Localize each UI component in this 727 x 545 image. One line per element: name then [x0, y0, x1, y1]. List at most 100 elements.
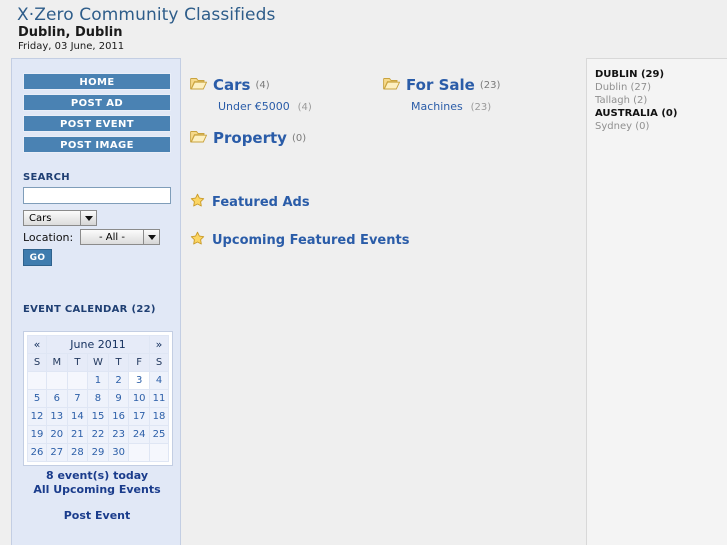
calendar-day-21[interactable]: 21: [66, 425, 89, 444]
category-block-cars: Cars (4) Under €5000 (4): [190, 76, 312, 113]
calendar-day-29[interactable]: 29: [87, 443, 109, 462]
calendar-dow-3: W: [87, 353, 109, 372]
location-city-item[interactable]: Dublin (27): [595, 82, 727, 93]
search-location-label: Location:: [23, 231, 74, 244]
search-location-select[interactable]: - All -: [80, 229, 160, 245]
calendar-week-row: 26 27 28 29 30: [27, 443, 169, 462]
calendar-day-24[interactable]: 24: [128, 425, 150, 444]
category-name[interactable]: For Sale: [406, 76, 475, 94]
calendar-day-26[interactable]: 26: [27, 443, 47, 462]
calendar-day-15[interactable]: 15: [87, 407, 109, 426]
calendar-day-12[interactable]: 12: [27, 407, 47, 426]
calendar-day-9[interactable]: 9: [107, 389, 130, 408]
category-block-property: Property (0): [190, 129, 306, 147]
calendar-dow-0: S: [27, 353, 47, 372]
calendar-day-6[interactable]: 6: [46, 389, 68, 408]
search-location-value: - All -: [99, 231, 125, 243]
calendar-day-18[interactable]: 18: [149, 407, 169, 426]
calendar-dow-4: T: [107, 353, 130, 372]
category-count: (23): [479, 79, 501, 91]
category-block-for-sale: For Sale (23) Machines (23): [383, 76, 500, 113]
subcategory-name[interactable]: Under €5000: [218, 100, 290, 113]
featured-ads-row[interactable]: Featured Ads: [190, 193, 310, 211]
calendar-week-row: 12 13 14 15 16 17 18: [27, 407, 169, 426]
category-name[interactable]: Property: [213, 129, 287, 147]
sidebar-nav: HOME POST AD POST EVENT POST IMAGE: [23, 73, 171, 157]
folder-icon: [383, 76, 401, 94]
search-go-button[interactable]: GO: [23, 249, 52, 266]
calendar-day-13[interactable]: 13: [46, 407, 68, 426]
main-content: Cars (4) Under €5000 (4) For Sale (23) M…: [186, 58, 582, 545]
category-count: (4): [255, 79, 270, 91]
calendar-day-28[interactable]: 28: [66, 443, 89, 462]
featured-ads-link[interactable]: Featured Ads: [212, 195, 310, 210]
location-country-item[interactable]: AUSTRALIA (0): [595, 108, 727, 119]
calendar-day-empty: [46, 371, 68, 390]
post-event-link[interactable]: Post Event: [12, 509, 182, 522]
calendar-day-16[interactable]: 16: [107, 407, 130, 426]
folder-icon: [190, 129, 208, 147]
calendar-day-17[interactable]: 17: [128, 407, 150, 426]
calendar-day-27[interactable]: 27: [46, 443, 68, 462]
calendar-day-4[interactable]: 4: [149, 371, 169, 390]
subcategory-row[interactable]: Under €5000 (4): [218, 99, 312, 113]
calendar-day-30[interactable]: 30: [107, 443, 130, 462]
category-row[interactable]: Cars (4): [190, 76, 312, 94]
calendar-day-2[interactable]: 2: [107, 371, 130, 390]
search-category-value: Cars: [29, 212, 52, 224]
calendar-day-1[interactable]: 1: [87, 371, 109, 390]
subcategory-name[interactable]: Machines: [411, 100, 463, 113]
calendar-month-title: June 2011: [46, 335, 150, 354]
sidebar-item-home[interactable]: HOME: [23, 73, 171, 90]
calendar-week-row: 1234: [27, 371, 169, 390]
all-upcoming-events-link[interactable]: All Upcoming Events: [12, 483, 182, 496]
location-panel: DUBLIN (29) Dublin (27) Tallagh (2) AUSTRAL…: [586, 58, 727, 545]
event-calendar-heading: EVENT CALENDAR (22): [23, 304, 156, 315]
events-today-link[interactable]: 8 event(s) today: [12, 469, 182, 482]
category-row[interactable]: Property (0): [190, 129, 306, 147]
folder-icon: [190, 76, 208, 94]
sidebar-item-post-ad[interactable]: POST AD: [23, 94, 171, 111]
calendar-next-month-button[interactable]: »: [149, 335, 169, 354]
category-name[interactable]: Cars: [213, 76, 250, 94]
subcategory-count: (23): [470, 102, 492, 113]
calendar-day-8[interactable]: 8: [87, 389, 109, 408]
calendar-day-5[interactable]: 5: [27, 389, 47, 408]
location-city-item[interactable]: Sydney (0): [595, 121, 727, 132]
calendar-day-19[interactable]: 19: [27, 425, 47, 444]
calendar-day-7[interactable]: 7: [66, 389, 89, 408]
calendar-day-14[interactable]: 14: [66, 407, 89, 426]
calendar-day-empty: [66, 371, 89, 390]
calendar-day-11[interactable]: 11: [149, 389, 169, 408]
calendar-day-empty: [128, 443, 150, 462]
calendar-dow-row: SMTWTFS: [27, 353, 169, 372]
star-icon: [190, 193, 205, 211]
calendar-day-3[interactable]: 3: [128, 371, 150, 390]
calendar-dow-1: M: [46, 353, 68, 372]
calendar-day-23[interactable]: 23: [107, 425, 130, 444]
sidebar-item-post-event[interactable]: POST EVENT: [23, 115, 171, 132]
calendar-title-row: « June 2011 »: [27, 335, 169, 354]
featured-events-row[interactable]: Upcoming Featured Events: [190, 231, 409, 249]
sidebar-item-post-image[interactable]: POST IMAGE: [23, 136, 171, 153]
event-calendar: « June 2011 » SMTWTFS 1 2 3 4 5 6 7 8 9 10 11 12 13 1…: [23, 331, 173, 466]
calendar-day-10[interactable]: 10: [128, 389, 150, 408]
calendar-dow-2: T: [66, 353, 89, 372]
calendar-day-25[interactable]: 25: [149, 425, 169, 444]
calendar-dow-5: F: [128, 353, 150, 372]
page-header: X·Zero Community Classifieds Dublin, Dub…: [0, 0, 727, 56]
location-country-item[interactable]: DUBLIN (29): [595, 69, 727, 80]
search-input[interactable]: [23, 187, 171, 204]
search-category-select[interactable]: Cars: [23, 210, 97, 226]
sidebar: HOME POST AD POST EVENT POST IMAGE SEARC…: [11, 58, 181, 545]
location-city-item[interactable]: Tallagh (2): [595, 95, 727, 106]
calendar-day-20[interactable]: 20: [46, 425, 68, 444]
current-date: Friday, 03 June, 2011: [18, 41, 125, 52]
featured-events-link[interactable]: Upcoming Featured Events: [212, 233, 409, 248]
calendar-table: « June 2011 » SMTWTFS 1 2 3 4 5 6 7 8 9 10 11 12 13 1…: [27, 335, 169, 462]
calendar-day-22[interactable]: 22: [87, 425, 109, 444]
site-title: X·Zero Community Classifieds: [17, 5, 276, 25]
calendar-prev-month-button[interactable]: «: [27, 335, 47, 354]
category-row[interactable]: For Sale (23): [383, 76, 500, 94]
subcategory-row[interactable]: Machines (23): [411, 99, 500, 113]
